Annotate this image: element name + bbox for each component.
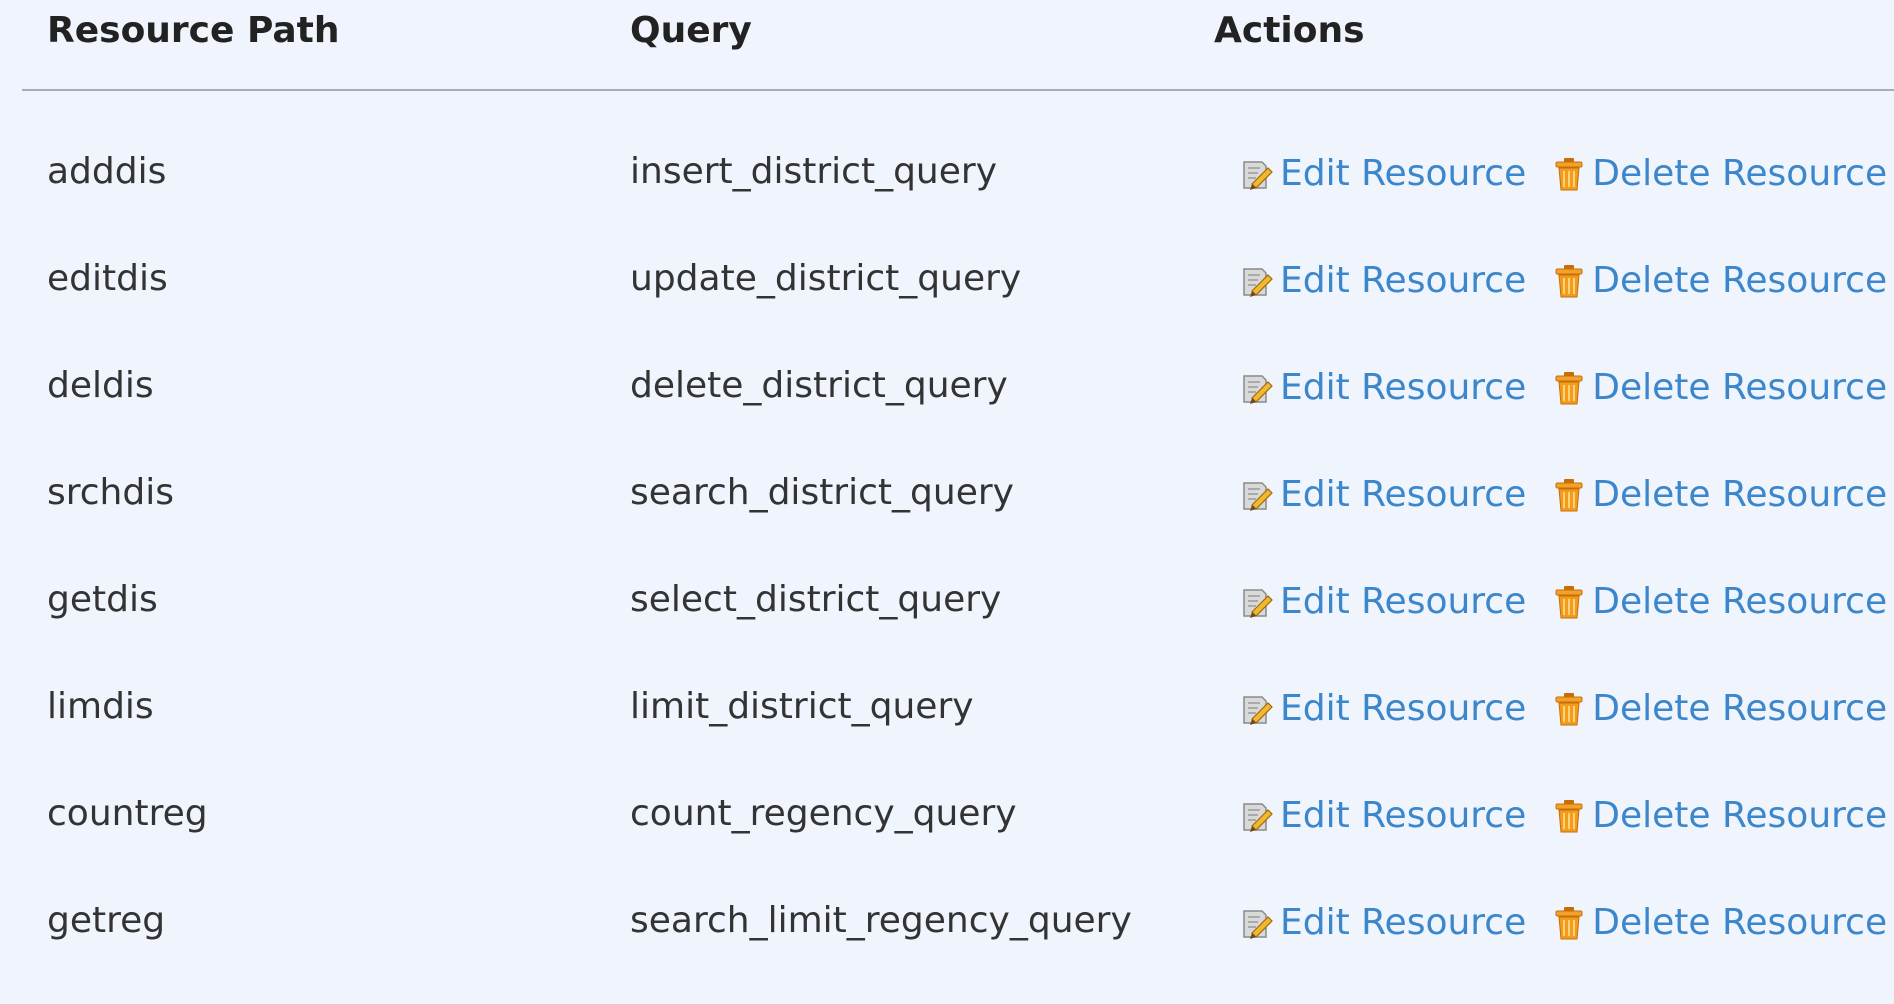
pencil-edit-icon [1240, 905, 1274, 941]
table-row: getreg search_limit_regency_query Edit Res… [22, 897, 1894, 1004]
edit-resource-label: Edit Resource [1280, 581, 1527, 622]
table-row: deldis delete_district_query Edit Resource… [22, 362, 1894, 469]
query-cell: update_district_query [630, 258, 1022, 299]
actions-cell: Edit Resource Delete Resource [1240, 150, 1887, 198]
table-row: srchdis search_district_query Edit Resourc… [22, 469, 1894, 576]
actions-cell: Edit Resource Delete Resource [1240, 899, 1887, 947]
delete-resource-link[interactable]: Delete Resource [1552, 150, 1887, 198]
edit-resource-link[interactable]: Edit Resource [1240, 150, 1526, 198]
query-cell: insert_district_query [630, 151, 997, 192]
delete-resource-label: Delete Resource [1592, 260, 1888, 301]
resource-path-cell: deldis [47, 365, 154, 406]
actions-cell: Edit Resource Delete Resource [1240, 471, 1887, 519]
delete-resource-label: Delete Resource [1592, 153, 1888, 194]
trash-icon [1552, 156, 1586, 192]
trash-icon [1552, 370, 1586, 406]
edit-resource-label: Edit Resource [1280, 795, 1527, 836]
pencil-edit-icon [1240, 477, 1274, 513]
table-row: adddis insert_district_query Edit Resource… [22, 148, 1894, 255]
trash-icon [1552, 263, 1586, 299]
edit-resource-link[interactable]: Edit Resource [1240, 578, 1526, 626]
query-cell: search_limit_regency_query [630, 900, 1132, 941]
table-row: countreg count_regency_query Edit Resource… [22, 790, 1894, 897]
pencil-edit-icon [1240, 263, 1274, 299]
pencil-edit-icon [1240, 584, 1274, 620]
delete-resource-label: Delete Resource [1592, 581, 1888, 622]
edit-resource-link[interactable]: Edit Resource [1240, 792, 1526, 840]
query-cell: count_regency_query [630, 793, 1017, 834]
delete-resource-label: Delete Resource [1592, 688, 1888, 729]
edit-resource-link[interactable]: Edit Resource [1240, 899, 1526, 947]
resource-path-cell: srchdis [47, 472, 174, 513]
trash-icon [1552, 691, 1586, 727]
header-actions: Actions [1214, 10, 1365, 51]
query-cell: search_district_query [630, 472, 1014, 513]
delete-resource-link[interactable]: Delete Resource [1552, 257, 1887, 305]
query-cell: select_district_query [630, 579, 1002, 620]
delete-resource-link[interactable]: Delete Resource [1552, 364, 1887, 412]
resource-path-cell: getreg [47, 900, 166, 941]
delete-resource-link[interactable]: Delete Resource [1552, 685, 1887, 733]
pencil-edit-icon [1240, 370, 1274, 406]
delete-resource-label: Delete Resource [1592, 902, 1888, 943]
actions-cell: Edit Resource Delete Resource [1240, 685, 1887, 733]
delete-resource-link[interactable]: Delete Resource [1552, 899, 1887, 947]
edit-resource-label: Edit Resource [1280, 260, 1527, 301]
actions-cell: Edit Resource Delete Resource [1240, 578, 1887, 626]
edit-resource-label: Edit Resource [1280, 474, 1527, 515]
edit-resource-link[interactable]: Edit Resource [1240, 364, 1526, 412]
table-row: editdis update_district_query Edit Resourc… [22, 255, 1894, 362]
table-row: limdis limit_district_query Edit Resource D… [22, 683, 1894, 790]
query-cell: limit_district_query [630, 686, 974, 727]
pencil-edit-icon [1240, 156, 1274, 192]
delete-resource-label: Delete Resource [1592, 367, 1888, 408]
edit-resource-label: Edit Resource [1280, 902, 1527, 943]
table-header: Resource Path Query Actions [22, 0, 1894, 91]
resource-path-cell: limdis [47, 686, 154, 727]
table-row: getdis select_district_query Edit Resource… [22, 576, 1894, 683]
resource-path-cell: editdis [47, 258, 168, 299]
edit-resource-link[interactable]: Edit Resource [1240, 685, 1526, 733]
trash-icon [1552, 584, 1586, 620]
edit-resource-link[interactable]: Edit Resource [1240, 257, 1526, 305]
delete-resource-link[interactable]: Delete Resource [1552, 792, 1887, 840]
resource-path-cell: adddis [47, 151, 167, 192]
delete-resource-link[interactable]: Delete Resource [1552, 578, 1887, 626]
query-cell: delete_district_query [630, 365, 1008, 406]
delete-resource-label: Delete Resource [1592, 474, 1888, 515]
pencil-edit-icon [1240, 798, 1274, 834]
delete-resource-link[interactable]: Delete Resource [1552, 471, 1887, 519]
actions-cell: Edit Resource Delete Resource [1240, 364, 1887, 412]
resources-table: Resource Path Query Actions adddis insert… [22, 0, 1894, 1004]
header-query: Query [630, 10, 752, 51]
header-resource-path: Resource Path [47, 10, 340, 51]
pencil-edit-icon [1240, 691, 1274, 727]
actions-cell: Edit Resource Delete Resource [1240, 792, 1887, 840]
edit-resource-label: Edit Resource [1280, 153, 1527, 194]
edit-resource-label: Edit Resource [1280, 688, 1527, 729]
edit-resource-link[interactable]: Edit Resource [1240, 471, 1526, 519]
trash-icon [1552, 477, 1586, 513]
edit-resource-label: Edit Resource [1280, 367, 1527, 408]
resource-path-cell: getdis [47, 579, 158, 620]
delete-resource-label: Delete Resource [1592, 795, 1888, 836]
trash-icon [1552, 798, 1586, 834]
table-body: adddis insert_district_query Edit Resource… [22, 148, 1894, 1004]
trash-icon [1552, 905, 1586, 941]
resource-path-cell: countreg [47, 793, 208, 834]
actions-cell: Edit Resource Delete Resource [1240, 257, 1887, 305]
